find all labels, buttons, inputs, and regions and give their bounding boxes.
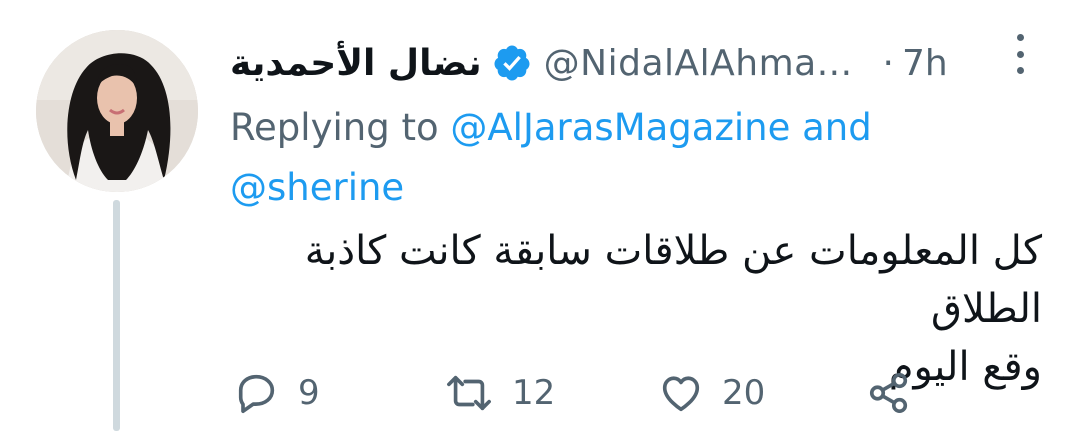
share-button[interactable]: [866, 370, 912, 416]
timestamp[interactable]: 7h: [902, 43, 948, 84]
more-dot: [1016, 34, 1024, 41]
more-vertical-icon[interactable]: [1010, 34, 1030, 74]
reply-button[interactable]: 9: [234, 370, 320, 416]
reply-icon: [238, 374, 275, 414]
heart-icon: [662, 376, 700, 412]
avatar-image: [36, 30, 198, 192]
like-count: 20: [722, 373, 766, 413]
like-button[interactable]: 20: [658, 370, 765, 416]
thread-line: [113, 200, 120, 431]
tweet-text-line: كل المعلومات عن طلاقات سابقة كانت كاذبة …: [304, 228, 1042, 332]
avatar[interactable]: [36, 30, 198, 192]
mention-link[interactable]: @AlJarasMagazine: [450, 106, 790, 149]
reply-count: 9: [298, 373, 320, 413]
replying-and[interactable]: and: [790, 106, 872, 149]
avatar-column: [36, 30, 198, 192]
share-icon: [869, 372, 908, 414]
display-name[interactable]: نضال الأحمدية: [230, 43, 482, 84]
separator-dot: ·: [882, 42, 894, 84]
retweet-count: 12: [512, 373, 556, 413]
more-dot: [1016, 67, 1024, 74]
tweet-header: نضال الأحمدية @NidalAlAhma... · 7h: [230, 38, 1030, 88]
retweet-icon: [447, 375, 491, 411]
replying-to: Replying to @AlJarasMagazine and @sherin…: [230, 98, 950, 218]
verified-badge-icon: [494, 45, 530, 81]
user-handle[interactable]: @NidalAlAhma...: [544, 43, 853, 84]
more-dot: [1016, 50, 1024, 58]
retweet-button[interactable]: 12: [444, 370, 555, 416]
replying-prefix: Replying to: [230, 106, 451, 149]
tweet-actions: 9 12 20: [230, 370, 930, 424]
mention-link[interactable]: @sherine: [230, 166, 404, 209]
